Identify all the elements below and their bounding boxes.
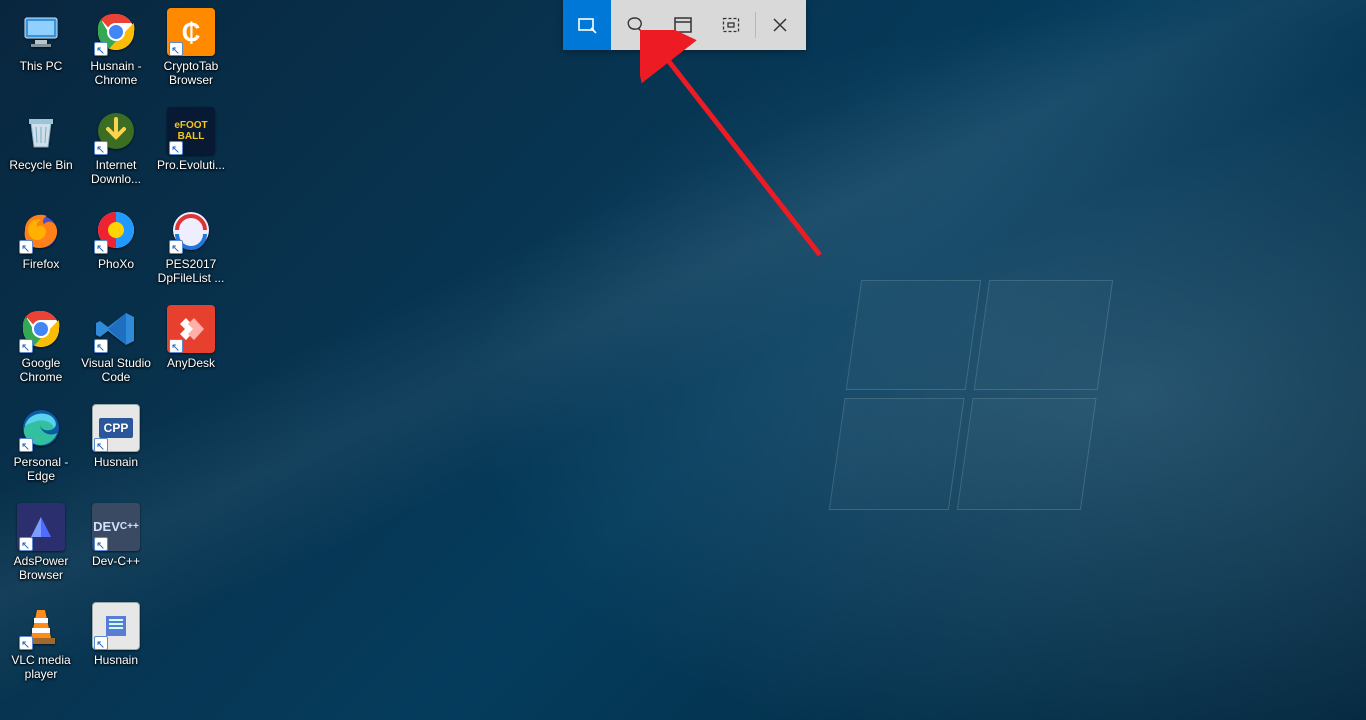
- desktop-icon-devcpp-15[interactable]: DEVC++ Dev-C++: [79, 503, 153, 568]
- snip-mode-freeform-button[interactable]: [611, 0, 659, 50]
- vscode-icon: [92, 305, 140, 353]
- chrome-icon: [92, 8, 140, 56]
- anydesk-icon: [167, 305, 215, 353]
- fullscreen-snip-icon: [721, 15, 741, 35]
- desktop-icon-label: CryptoTab Browser: [154, 59, 228, 87]
- idm-icon: [92, 107, 140, 155]
- desktop-icon-label: Visual Studio Code: [79, 356, 153, 384]
- desktop-icon-label: Pro.Evoluti...: [157, 158, 225, 172]
- desktop-icon-label: Dev-C++: [92, 554, 140, 568]
- snip-toolbar: [563, 0, 806, 50]
- desktop-icon-label: Husnain - Chrome: [79, 59, 153, 87]
- desktop-icon-adspower-14[interactable]: AdsPower Browser: [4, 503, 78, 582]
- desktop-icon-label: AnyDesk: [167, 356, 215, 370]
- freeform-snip-icon: [625, 15, 645, 35]
- desktop-icon-pes-5[interactable]: eFOOTBALL Pro.Evoluti...: [154, 107, 228, 172]
- close-icon: [772, 17, 788, 33]
- desktop-icon-cpp-folder-13[interactable]: CPP Husnain: [79, 404, 153, 469]
- desktop-icon-cryptotab-2[interactable]: ₵ CryptoTab Browser: [154, 8, 228, 87]
- desktop-icon-edge-12[interactable]: Personal - Edge: [4, 404, 78, 483]
- desktop-icon-vlc-16[interactable]: VLC media player: [4, 602, 78, 681]
- cpp-folder-icon: CPP: [92, 404, 140, 452]
- desktop-icon-label: Husnain: [94, 653, 138, 667]
- desktop-icon-label: VLC media player: [4, 653, 78, 681]
- dpfilelist-icon: [167, 206, 215, 254]
- snip-mode-fullscreen-button[interactable]: [707, 0, 755, 50]
- snip-mode-window-button[interactable]: [659, 0, 707, 50]
- edge-icon: [17, 404, 65, 452]
- pes-icon: eFOOTBALL: [167, 107, 215, 155]
- desktop[interactable]: This PC Husnain - Chrome ₵ CryptoTab Browse…: [0, 0, 1366, 720]
- desktop-icon-label: PhoXo: [98, 257, 134, 271]
- desktop-icon-label: Internet Downlo...: [79, 158, 153, 186]
- window-snip-icon: [673, 15, 693, 35]
- desktop-icon-label: Google Chrome: [4, 356, 78, 384]
- desktop-icon-chrome-9[interactable]: Google Chrome: [4, 305, 78, 384]
- desktop-icon-anydesk-11[interactable]: AnyDesk: [154, 305, 228, 370]
- desktop-icon-label: This PC: [20, 59, 63, 73]
- firefox-icon: [17, 206, 65, 254]
- desktop-icon-label: Personal - Edge: [4, 455, 78, 483]
- rectangle-snip-icon: [577, 15, 597, 35]
- phoxo-icon: [92, 206, 140, 254]
- desktop-icon-label: Recycle Bin: [9, 158, 72, 172]
- cryptotab-icon: ₵: [167, 8, 215, 56]
- desktop-icon-label: AdsPower Browser: [4, 554, 78, 582]
- desktop-icon-chrome-1[interactable]: Husnain - Chrome: [79, 8, 153, 87]
- desktop-icon-firefox-6[interactable]: Firefox: [4, 206, 78, 271]
- desktop-icon-vscode-10[interactable]: Visual Studio Code: [79, 305, 153, 384]
- chrome-icon: [17, 305, 65, 353]
- devcpp-icon: DEVC++: [92, 503, 140, 551]
- snip-mode-rectangular-button[interactable]: [563, 0, 611, 50]
- desktop-icon-label: Husnain: [94, 455, 138, 469]
- desktop-icon-generic-folder-17[interactable]: Husnain: [79, 602, 153, 667]
- recycle-bin-icon: [17, 107, 65, 155]
- desktop-icon-label: Firefox: [23, 257, 60, 271]
- snip-close-button[interactable]: [756, 0, 804, 50]
- this-pc-icon: [17, 8, 65, 56]
- desktop-icon-recycle-bin-3[interactable]: Recycle Bin: [4, 107, 78, 172]
- vlc-icon: [17, 602, 65, 650]
- desktop-icon-phoxo-7[interactable]: PhoXo: [79, 206, 153, 271]
- desktop-icon-this-pc-0[interactable]: This PC: [4, 8, 78, 73]
- desktop-icon-idm-4[interactable]: Internet Downlo...: [79, 107, 153, 186]
- desktop-icon-dpfilelist-8[interactable]: PES2017 DpFileList ...: [154, 206, 228, 285]
- adspower-icon: [17, 503, 65, 551]
- desktop-icon-label: PES2017 DpFileList ...: [154, 257, 228, 285]
- generic-folder-icon: [92, 602, 140, 650]
